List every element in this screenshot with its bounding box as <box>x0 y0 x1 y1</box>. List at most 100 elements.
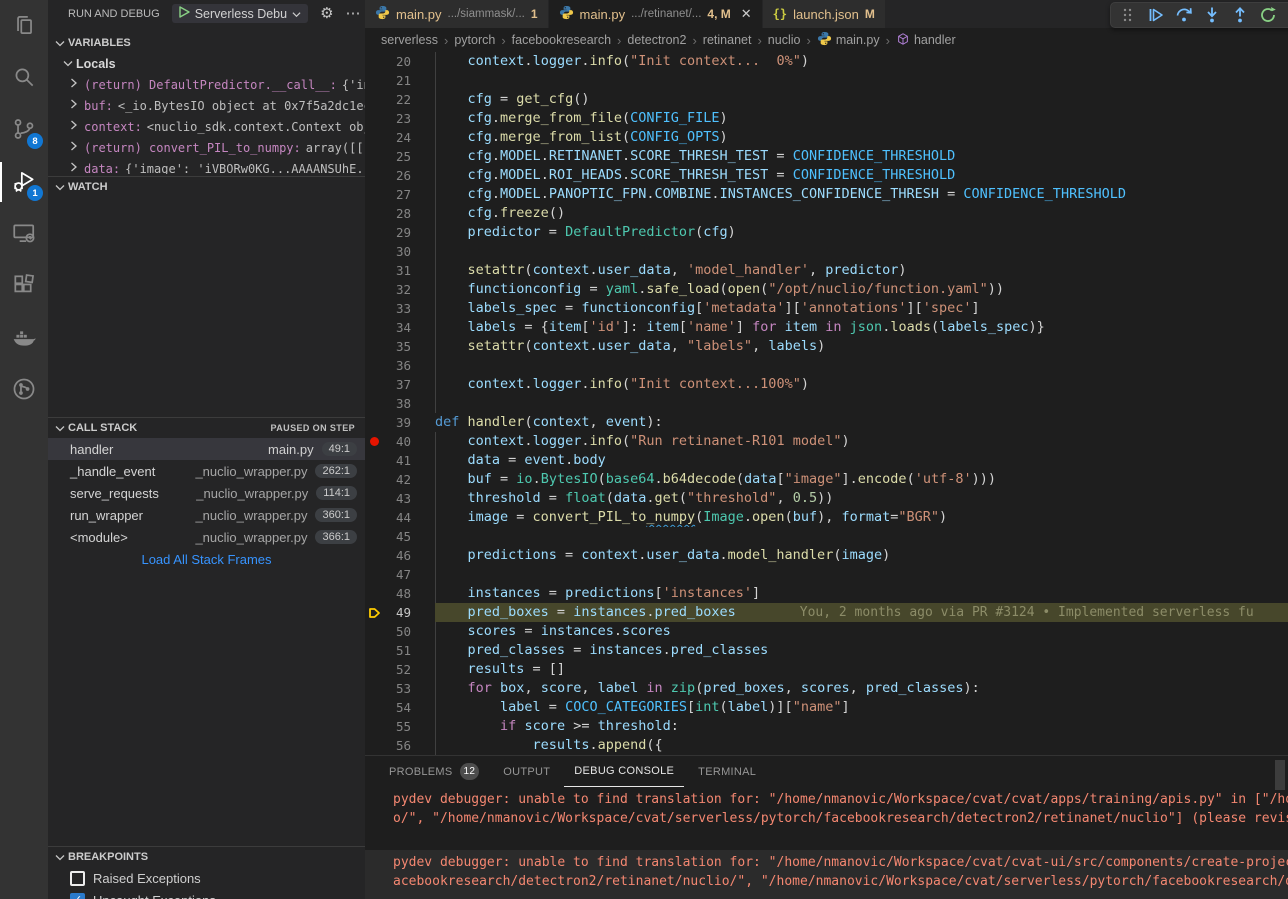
activity-bar-item-git-graph[interactable] <box>0 364 48 416</box>
gutter[interactable]: 53 <box>365 679 435 698</box>
code-line-22[interactable]: 22 cfg = get_cfg() <box>365 90 1288 109</box>
code-line-37[interactable]: 37 context.logger.info("Init context...1… <box>365 375 1288 394</box>
gutter[interactable]: 36 <box>365 356 435 375</box>
gutter[interactable]: 25 <box>365 147 435 166</box>
code-line-40[interactable]: 40 context.logger.info("Run retinanet-R1… <box>365 432 1288 451</box>
gutter[interactable]: 24 <box>365 128 435 147</box>
restart-icon[interactable] <box>1256 3 1280 27</box>
panel-scrollbar[interactable] <box>1275 760 1285 790</box>
panel-tab-problems[interactable]: PROBLEMS12 <box>379 756 489 787</box>
activity-bar-item-run-and-debug[interactable]: 1 <box>0 156 48 208</box>
gutter[interactable]: 34 <box>365 318 435 337</box>
checkbox-unchecked[interactable] <box>70 871 85 886</box>
gutter[interactable]: 41 <box>365 451 435 470</box>
gutter[interactable]: 30 <box>365 242 435 261</box>
load-all-stack-frames-link[interactable]: Load All Stack Frames <box>48 552 365 567</box>
breadcrumb-item-pytorch[interactable]: pytorch <box>454 33 495 47</box>
gutter[interactable]: 27 <box>365 185 435 204</box>
gutter[interactable]: 48 <box>365 584 435 603</box>
gutter[interactable]: 37 <box>365 375 435 394</box>
activity-bar-item-source-control[interactable]: 8 <box>0 104 48 156</box>
code-line-48[interactable]: 48 instances = predictions['instances'] <box>365 584 1288 603</box>
code-line-20[interactable]: 20 context.logger.info("Init context... … <box>365 52 1288 71</box>
stack-frame-row[interactable]: <module>_nuclio_wrapper.py366:1 <box>48 526 365 548</box>
start-debugging-icon[interactable] <box>179 6 190 21</box>
gutter[interactable]: 28 <box>365 204 435 223</box>
gutter[interactable]: 54 <box>365 698 435 717</box>
gutter[interactable]: 56 <box>365 736 435 755</box>
variable-row[interactable]: (return) DefaultPredictor.__call__:{'ins… <box>48 74 365 95</box>
call-stack-header[interactable]: CALL STACK PAUSED ON STEP <box>48 418 365 438</box>
code-line-39[interactable]: 39def handler(context, event): <box>365 413 1288 432</box>
activity-bar-item-search[interactable] <box>0 52 48 104</box>
console-message[interactable]: pydev debugger: unable to find translati… <box>365 787 1288 836</box>
gutter[interactable]: 52 <box>365 660 435 679</box>
chevron-right-icon[interactable] <box>70 120 78 133</box>
code-line-53[interactable]: 53 for box, score, label in zip(pred_box… <box>365 679 1288 698</box>
code-line-45[interactable]: 45 <box>365 527 1288 546</box>
code-line-51[interactable]: 51 pred_classes = instances.pred_classes <box>365 641 1288 660</box>
console-message[interactable]: pydev debugger: unable to find translati… <box>365 850 1288 899</box>
code-line-36[interactable]: 36 <box>365 356 1288 375</box>
breakpoint-row[interactable]: Raised Exceptions <box>48 867 365 889</box>
gutter[interactable]: 29 <box>365 223 435 242</box>
stack-frame-row[interactable]: handlermain.py49:1 <box>48 438 365 460</box>
launch-config-select[interactable]: Serverless Debu <box>172 4 308 23</box>
gutter[interactable]: 22 <box>365 90 435 109</box>
chevron-right-icon[interactable] <box>70 141 78 154</box>
gutter[interactable]: 49 <box>365 603 435 622</box>
activity-bar-item-explorer[interactable] <box>0 0 48 52</box>
variables-header[interactable]: VARIABLES <box>48 33 365 53</box>
code-line-38[interactable]: 38 <box>365 394 1288 413</box>
code-line-49[interactable]: 49 pred_boxes = instances.pred_boxesYou,… <box>365 603 1288 622</box>
gutter[interactable]: 39 <box>365 413 435 432</box>
gutter[interactable]: 50 <box>365 622 435 641</box>
gutter[interactable]: 43 <box>365 489 435 508</box>
continue-icon[interactable] <box>1144 3 1168 27</box>
gutter[interactable]: 33 <box>365 299 435 318</box>
gutter[interactable]: 44 <box>365 508 435 527</box>
code-line-47[interactable]: 47 <box>365 565 1288 584</box>
watch-header[interactable]: WATCH <box>48 177 365 197</box>
variable-row[interactable]: data:{'image': 'iVBORw0KG...AAAANSUhE... <box>48 158 365 174</box>
breadcrumb-item-facebookresearch[interactable]: facebookresearch <box>512 33 611 47</box>
gear-icon[interactable]: ⚙ <box>320 6 333 21</box>
step-into-icon[interactable] <box>1200 3 1224 27</box>
breadcrumb-item-handler[interactable]: handler <box>896 32 956 49</box>
stack-frame-row[interactable]: serve_requests_nuclio_wrapper.py114:1 <box>48 482 365 504</box>
code-line-27[interactable]: 27 cfg.MODEL.PANOPTIC_FPN.COMBINE.INSTAN… <box>365 185 1288 204</box>
gutter[interactable]: 45 <box>365 527 435 546</box>
chevron-right-icon[interactable] <box>70 99 78 112</box>
stack-frame-row[interactable]: _handle_event_nuclio_wrapper.py262:1 <box>48 460 365 482</box>
code-line-25[interactable]: 25 cfg.MODEL.RETINANET.SCORE_THRESH_TEST… <box>365 147 1288 166</box>
more-actions-icon[interactable]: ⋯ <box>346 6 361 21</box>
gutter[interactable]: 35 <box>365 337 435 356</box>
breakpoint-icon[interactable] <box>370 437 379 446</box>
code-line-54[interactable]: 54 label = COCO_CATEGORIES[int(label)]["… <box>365 698 1288 717</box>
code-editor[interactable]: 20 context.logger.info("Init context... … <box>365 52 1288 755</box>
code-line-21[interactable]: 21 <box>365 71 1288 90</box>
editor-tab-main.py[interactable]: main.py.../siammask/...1 <box>365 0 549 28</box>
drag-grip-icon[interactable] <box>1116 3 1140 27</box>
code-line-56[interactable]: 56 results.append({ <box>365 736 1288 755</box>
gutter[interactable]: 26 <box>365 166 435 185</box>
breakpoint-row[interactable]: ✓Uncaught Exceptions <box>48 889 365 899</box>
activity-bar-item-docker[interactable] <box>0 312 48 364</box>
panel-tab-output[interactable]: OUTPUT <box>493 756 560 787</box>
chevron-right-icon[interactable] <box>70 78 78 91</box>
step-over-icon[interactable] <box>1172 3 1196 27</box>
code-line-34[interactable]: 34 labels = {item['id']: item['name'] fo… <box>365 318 1288 337</box>
disconnect-icon[interactable] <box>1284 3 1288 27</box>
code-line-44[interactable]: 44 image = convert_PIL_to_numpy(Image.op… <box>365 508 1288 527</box>
code-line-28[interactable]: 28 cfg.freeze() <box>365 204 1288 223</box>
breadcrumb-item-detectron2[interactable]: detectron2 <box>627 33 686 47</box>
breadcrumb-item-serverless[interactable]: serverless <box>381 33 438 47</box>
code-line-46[interactable]: 46 predictions = context.user_data.model… <box>365 546 1288 565</box>
gutter[interactable]: 46 <box>365 546 435 565</box>
code-line-50[interactable]: 50 scores = instances.scores <box>365 622 1288 641</box>
code-line-26[interactable]: 26 cfg.MODEL.ROI_HEADS.SCORE_THRESH_TEST… <box>365 166 1288 185</box>
gutter[interactable]: 21 <box>365 71 435 90</box>
gutter[interactable]: 47 <box>365 565 435 584</box>
activity-bar-item-remote-explorer[interactable] <box>0 208 48 260</box>
gutter[interactable]: 55 <box>365 717 435 736</box>
